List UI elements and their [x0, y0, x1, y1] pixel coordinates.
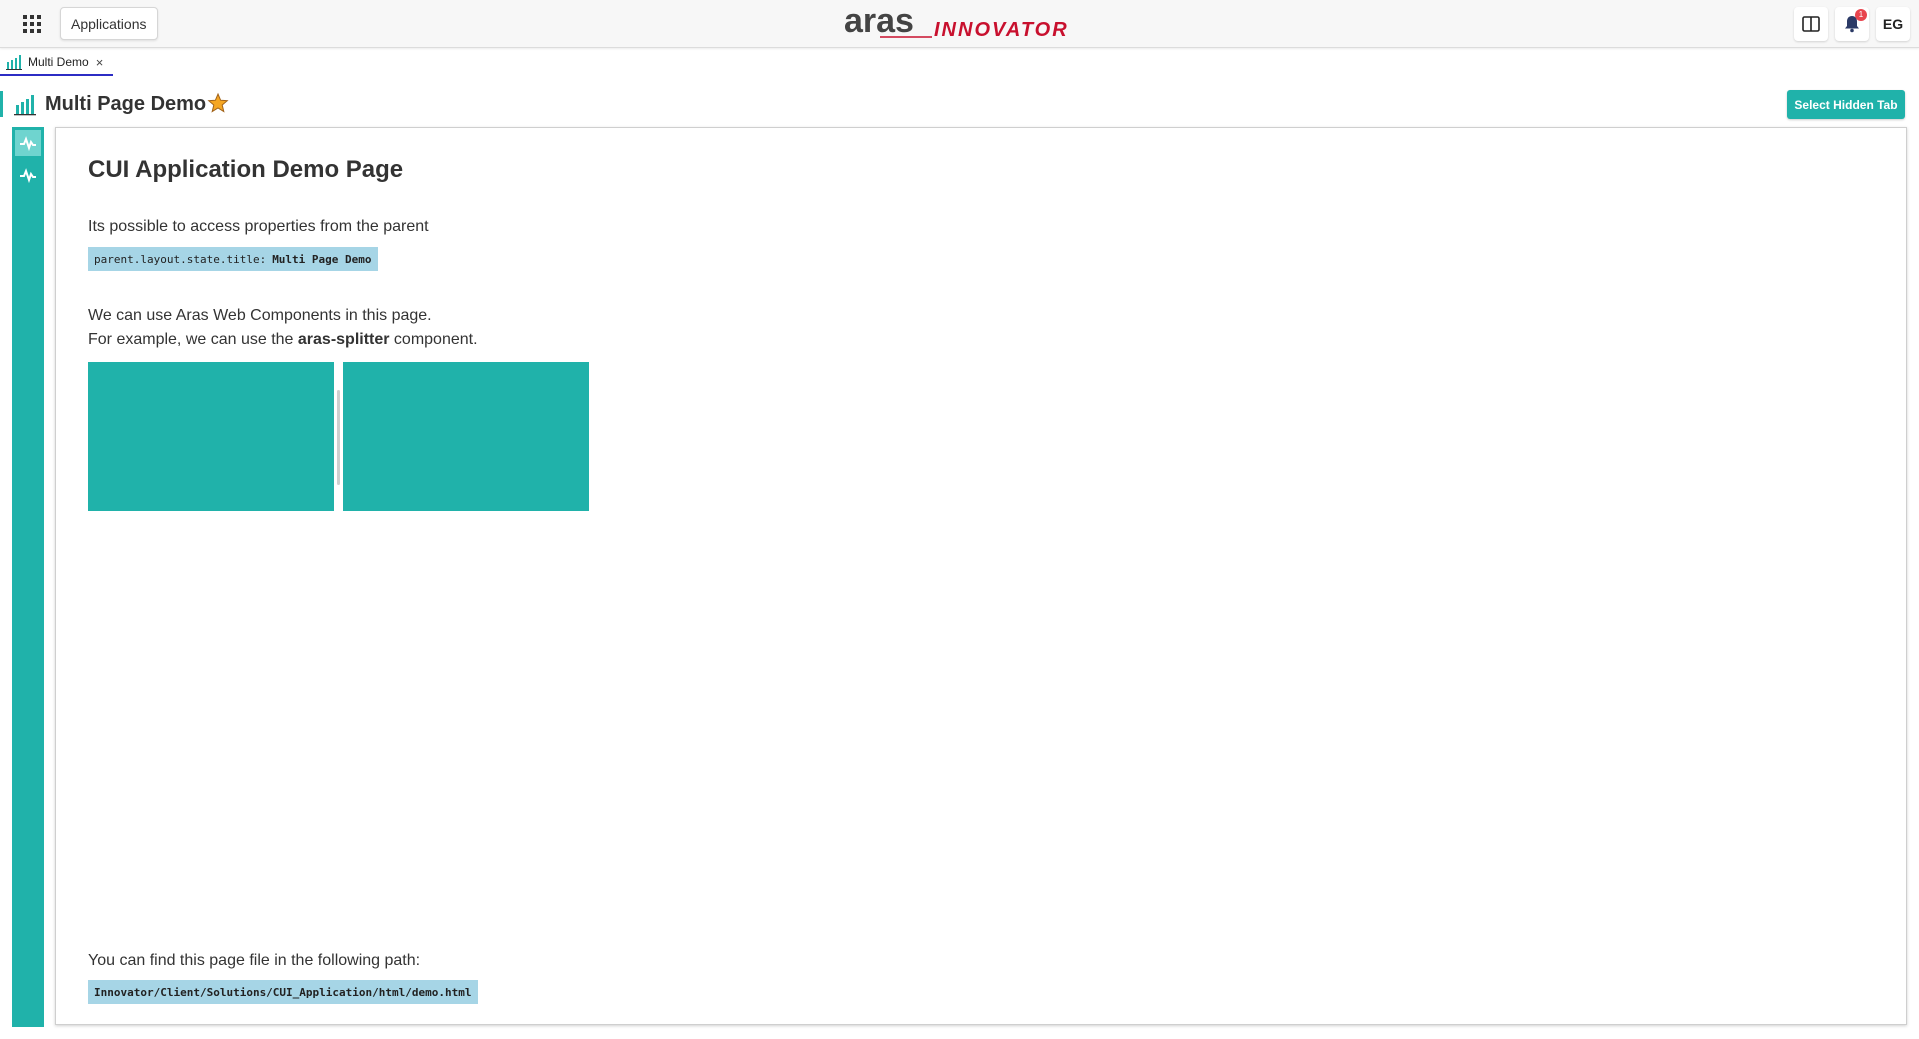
code-key: parent.layout.state.title:	[94, 252, 267, 266]
left-sidebar	[12, 127, 44, 1027]
parent-title-code: parent.layout.state.title: Multi Page De…	[88, 247, 378, 271]
splitter-example-text: For example, we can use the aras-splitte…	[88, 328, 478, 352]
title-accent-bar	[0, 91, 3, 117]
bar-chart-icon	[6, 55, 22, 70]
activity-icon	[20, 136, 36, 152]
web-components-text: We can use Aras Web Components in this p…	[88, 307, 432, 324]
tab-strip: Multi Demo ×	[0, 50, 1919, 76]
splitter-left-pane	[88, 362, 334, 511]
parent-access-text: Its possible to access properties from t…	[88, 218, 429, 235]
logo-main-text: aras	[844, 4, 914, 40]
top-header: Applications aras INNOVATOR 1 EG	[0, 0, 1919, 48]
splitter-right-pane	[343, 362, 589, 511]
notifications-button[interactable]: 1	[1835, 7, 1869, 41]
content-panel: CUI Application Demo Page Its possible t…	[55, 127, 1907, 1025]
split-view-button[interactable]	[1794, 7, 1828, 41]
content-heading: CUI Application Demo Page	[88, 156, 404, 183]
splitter-handle[interactable]	[334, 362, 343, 511]
tab-label: Multi Demo	[28, 55, 89, 69]
tab-multi-demo[interactable]: Multi Demo ×	[0, 50, 113, 76]
code-value: Multi Page Demo	[272, 252, 372, 266]
example-text-suffix: component.	[389, 331, 478, 348]
splitter-component-name: aras-splitter	[297, 331, 390, 348]
aras-innovator-logo: aras INNOVATOR	[844, 4, 1069, 41]
bar-chart-icon	[14, 95, 36, 116]
example-text-prefix: For example, we can use the	[88, 331, 298, 348]
split-panel-icon	[1802, 16, 1820, 32]
tab-close-button[interactable]: ×	[96, 55, 104, 70]
app-launcher-button[interactable]	[14, 10, 50, 38]
file-path-code: Innovator/Client/Solutions/CUI_Applicati…	[88, 980, 478, 1004]
user-menu-button[interactable]: EG	[1876, 7, 1910, 41]
grid-icon	[23, 15, 41, 33]
aras-splitter	[88, 362, 589, 511]
sidebar-item-page-1[interactable]	[15, 130, 41, 156]
applications-button[interactable]: Applications	[60, 7, 158, 40]
page-title: Multi Page Demo	[45, 93, 207, 115]
activity-icon	[20, 168, 36, 184]
star-icon[interactable]	[207, 92, 229, 114]
select-hidden-tab-button[interactable]: Select Hidden Tab	[1787, 90, 1905, 119]
logo-sub-text: INNOVATOR	[934, 19, 1069, 41]
file-path-text: You can find this page file in the follo…	[88, 952, 421, 969]
notification-badge: 1	[1855, 9, 1867, 21]
sidebar-item-page-2[interactable]	[15, 162, 41, 188]
